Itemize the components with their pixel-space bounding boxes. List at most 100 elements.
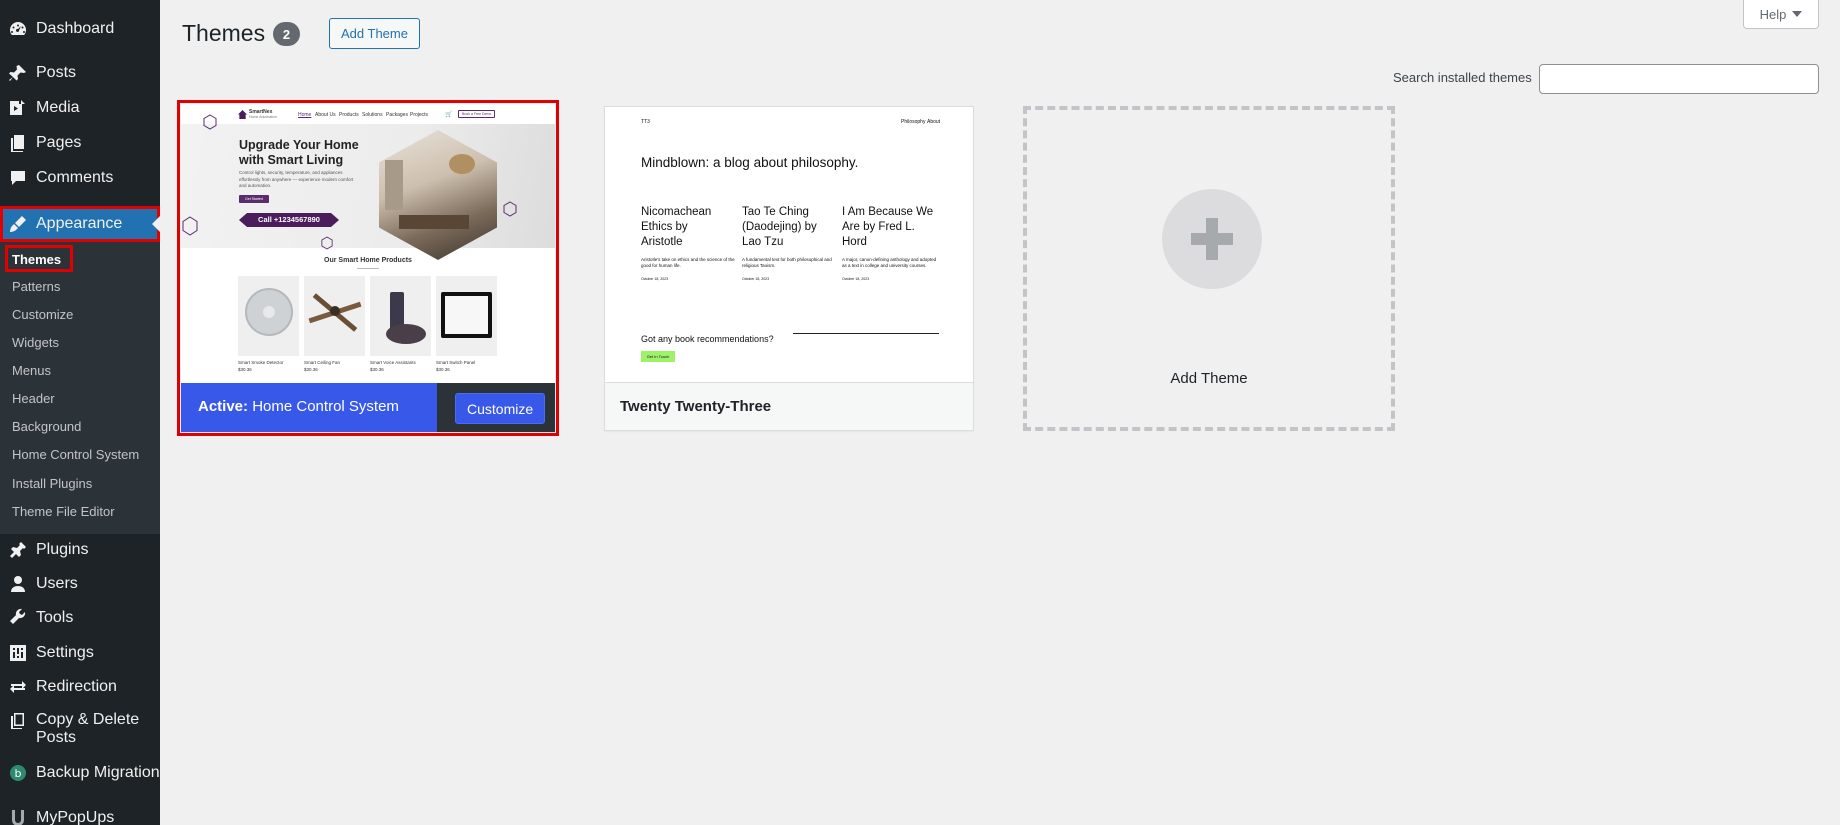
preview-cta-button: Get In Touch xyxy=(641,351,675,362)
submenu-menus[interactable]: Menus xyxy=(12,363,51,378)
sidebar-item-copy-delete-posts[interactable]: Copy & Delete Posts xyxy=(0,711,160,751)
pin-icon xyxy=(0,63,36,83)
add-theme-button[interactable]: Add Theme xyxy=(329,18,420,49)
product-name: Smart Switch Panel xyxy=(436,360,476,365)
appearance-submenu: Themes Patterns Customize Widgets Menus … xyxy=(0,242,160,534)
submenu-customize[interactable]: Customize xyxy=(12,307,73,322)
page-title: Themes xyxy=(182,20,266,46)
product-image xyxy=(436,276,497,356)
sidebar-item-appearance[interactable]: Appearance xyxy=(0,206,160,242)
house-icon xyxy=(238,110,247,119)
product-name: Smart Smoke Detector xyxy=(238,360,284,365)
sidebar-item-label: Copy & Delete Posts xyxy=(36,711,140,746)
customize-button[interactable]: Customize xyxy=(455,393,546,424)
paintbrush-icon xyxy=(0,214,36,234)
sidebar-item-mypopups[interactable]: MyPopUps xyxy=(0,807,160,825)
copy-icon xyxy=(0,711,36,731)
help-button[interactable]: Help xyxy=(1743,0,1819,29)
sidebar-item-comments[interactable]: Comments xyxy=(0,167,160,189)
preview-brand-sub: Home Automation xyxy=(249,115,277,119)
help-label: Help xyxy=(1759,6,1787,22)
theme-screenshot[interactable]: SmartNex Home Automation Home About Us P… xyxy=(181,104,555,382)
preview-call-button: Call +1234567890 xyxy=(239,213,339,227)
preview-nav-button: Book a Free Demo xyxy=(458,110,496,118)
sidebar-item-label: Tools xyxy=(36,609,74,626)
sidebar-item-label: Settings xyxy=(36,644,94,661)
preview-nav-item: Products xyxy=(339,112,359,118)
sidebar-item-label: Plugins xyxy=(36,541,89,558)
preview-nav-item: Projects xyxy=(410,112,429,118)
product-image xyxy=(370,276,431,356)
sidebar-item-label: Redirection xyxy=(36,678,117,695)
sidebar-item-posts[interactable]: Posts xyxy=(0,62,160,84)
settings-icon xyxy=(0,643,36,663)
admin-sidebar: Dashboard Posts Media Pages Comments App… xyxy=(0,0,160,825)
preview-nav-item: Packages xyxy=(386,112,408,118)
sidebar-item-redirection[interactable]: Redirection xyxy=(0,676,160,698)
search-label: Search installed themes xyxy=(1393,70,1532,85)
preview-products-title: Our Smart Home Products xyxy=(324,257,412,264)
product-image xyxy=(238,276,299,356)
preview-headline: Mindblown: a blog about philosophy. xyxy=(641,155,859,170)
divider xyxy=(357,268,379,269)
submenu-widgets[interactable]: Widgets xyxy=(12,335,59,350)
post-title: I Am Because We Are by Fred L. Hord xyxy=(842,206,934,248)
dashboard-icon xyxy=(0,19,36,39)
sidebar-item-label: Media xyxy=(36,99,80,116)
post-date: October 18, 2023 xyxy=(842,277,870,281)
submenu-home-control-system[interactable]: Home Control System xyxy=(12,447,139,462)
sidebar-item-dashboard[interactable]: Dashboard xyxy=(0,18,160,40)
submenu-install-plugins[interactable]: Install Plugins xyxy=(12,476,92,491)
pages-icon xyxy=(0,133,36,153)
post-title: Nicomachean Ethics by Aristotle xyxy=(641,206,712,248)
submenu-header[interactable]: Header xyxy=(12,391,55,406)
plus-icon xyxy=(1162,189,1262,289)
sidebar-item-pages[interactable]: Pages xyxy=(0,132,160,154)
submenu-background[interactable]: Background xyxy=(12,419,81,434)
theme-card-active[interactable]: SmartNex Home Automation Home About Us P… xyxy=(177,100,559,436)
theme-card-twenty-twenty-three[interactable]: TT3 Philosophy About Mindblown: a blog a… xyxy=(604,106,974,431)
sidebar-item-plugins[interactable]: Plugins xyxy=(0,539,160,561)
hexagon-outline xyxy=(182,216,198,236)
submenu-patterns[interactable]: Patterns xyxy=(12,279,60,294)
post-title: Tao Te Ching (Daodejing) by Lao Tzu xyxy=(742,206,817,248)
user-icon xyxy=(0,574,36,594)
sidebar-item-tools[interactable]: Tools xyxy=(0,607,160,629)
product-price: $30.36 xyxy=(304,367,318,372)
redirect-icon xyxy=(0,677,36,697)
hexagon-outline xyxy=(203,114,217,130)
preview-cta-text: Got any book recommendations? xyxy=(641,334,774,344)
hexagon-outline xyxy=(503,201,517,217)
theme-name-bar: Twenty Twenty-Three xyxy=(605,382,973,430)
sidebar-item-label: Appearance xyxy=(36,215,123,232)
divider xyxy=(793,333,939,334)
media-icon xyxy=(0,98,36,118)
preview-nav-item: Solutions xyxy=(362,112,383,118)
theme-actions-bar: Active: Home Control System Customize xyxy=(181,383,555,432)
plug-icon xyxy=(0,540,36,560)
preview-nav: SmartNex Home Automation Home About Us P… xyxy=(181,108,555,124)
hexagon-outline xyxy=(321,236,333,250)
sidebar-item-label: Comments xyxy=(36,169,114,186)
preview-body: Control lights, security, temperature, a… xyxy=(239,170,354,188)
sidebar-item-label: Backup Migration xyxy=(36,764,160,781)
sidebar-item-label: Users xyxy=(36,575,78,592)
current-menu-arrow xyxy=(152,216,160,232)
preview-nav-item: Philosophy xyxy=(901,119,926,125)
theme-screenshot[interactable]: TT3 Philosophy About Mindblown: a blog a… xyxy=(605,107,973,385)
product-image xyxy=(304,276,365,356)
add-new-theme-card[interactable]: Add Theme xyxy=(1023,106,1395,431)
sidebar-item-label: MyPopUps xyxy=(36,809,115,825)
product-price: $30.36 xyxy=(370,367,384,372)
post-date: October 18, 2023 xyxy=(641,277,669,281)
sidebar-item-settings[interactable]: Settings xyxy=(0,642,160,664)
preview-cta: Get Started xyxy=(239,195,269,203)
post-excerpt: A fundamental text for both philosophica… xyxy=(742,257,832,268)
sidebar-item-backup-migration[interactable]: b Backup Migration xyxy=(0,762,160,784)
sidebar-item-users[interactable]: Users xyxy=(0,573,160,595)
comments-icon xyxy=(0,168,36,188)
submenu-theme-file-editor[interactable]: Theme File Editor xyxy=(12,504,115,519)
search-themes-input[interactable] xyxy=(1539,64,1819,94)
product-price: $30.36 xyxy=(238,367,252,372)
sidebar-item-media[interactable]: Media xyxy=(0,97,160,119)
